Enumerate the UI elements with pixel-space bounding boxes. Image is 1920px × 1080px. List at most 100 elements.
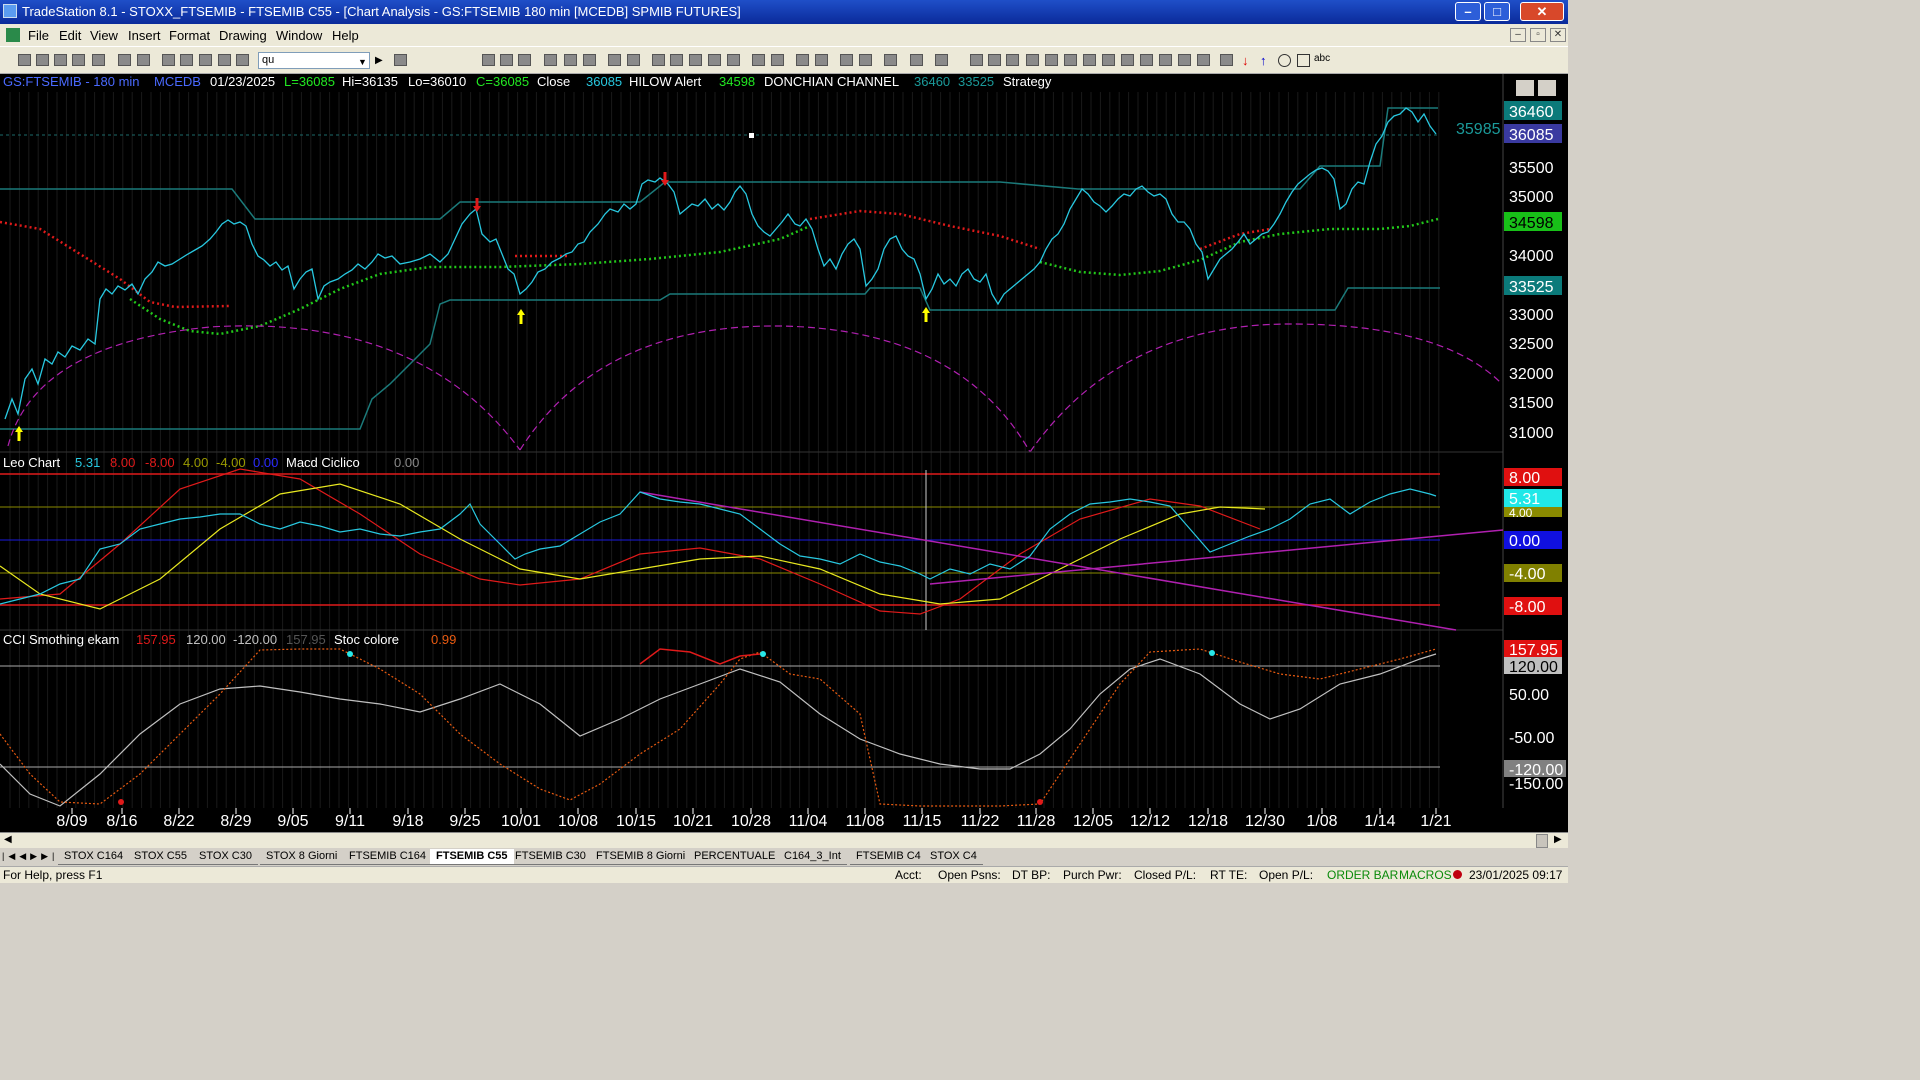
chart-area[interactable]: GS:FTSEMIB - 180 min MCEDB 01/23/2025 L=…: [0, 74, 1568, 832]
fibonacci-icon[interactable]: [1026, 54, 1039, 66]
tab-stox-8-giorni[interactable]: STOX 8 Giorni: [260, 849, 344, 865]
status-order-bar[interactable]: ORDER BAR: [1327, 868, 1398, 882]
chart-icon[interactable]: [482, 54, 495, 66]
menu-edit[interactable]: Edit: [59, 28, 81, 43]
tab-ftsemib-c55[interactable]: FTSEMIB C55: [430, 849, 514, 865]
print-preview-icon[interactable]: [118, 54, 131, 66]
expand-icon[interactable]: [752, 54, 765, 66]
symbol-input[interactable]: qu: [258, 52, 370, 69]
tab-ftsemib-8-giorni[interactable]: FTSEMIB 8 Giorni: [590, 849, 692, 865]
panel-maximize-button[interactable]: [1538, 80, 1556, 96]
speed-line-icon[interactable]: [1083, 54, 1096, 66]
tab-stox-c164[interactable]: STOX C164: [58, 849, 130, 865]
strategy-icon[interactable]: [564, 54, 577, 66]
matrix-order-icon[interactable]: [708, 54, 721, 66]
format-icon[interactable]: [884, 54, 897, 66]
crosshair-icon[interactable]: [859, 54, 872, 66]
menu-view[interactable]: View: [90, 28, 118, 43]
cycle-icon[interactable]: [1178, 54, 1191, 66]
tab-stox-c4[interactable]: STOX C4: [924, 849, 983, 865]
gann-fan-icon[interactable]: [1102, 54, 1115, 66]
menu-help[interactable]: Help: [332, 28, 359, 43]
matrix-icon[interactable]: [500, 54, 513, 66]
pen-icon[interactable]: [1197, 54, 1210, 66]
time-tick-label: 1/14: [1364, 813, 1395, 830]
compress-icon[interactable]: [771, 54, 784, 66]
open-icon[interactable]: [36, 54, 49, 66]
panel-minimize-button[interactable]: [1516, 80, 1534, 96]
tab-c164-3-int[interactable]: C164_3_Int: [778, 849, 847, 865]
search-icon[interactable]: [394, 54, 407, 66]
time-tick-label: 12/30: [1245, 813, 1285, 830]
alert-icon[interactable]: [652, 54, 665, 66]
close-button[interactable]: ✕: [1520, 2, 1564, 21]
menu-drawing[interactable]: Drawing: [219, 28, 267, 43]
go-arrow-icon[interactable]: ▶: [375, 55, 383, 66]
tools-icon[interactable]: [218, 54, 231, 66]
badge-8-text: 8.00: [1509, 470, 1540, 487]
timesales-icon[interactable]: [727, 54, 740, 66]
lock-icon[interactable]: [199, 54, 212, 66]
ellipse-icon[interactable]: [1278, 54, 1291, 67]
tab-ftsemib-c4[interactable]: FTSEMIB C4: [850, 849, 927, 865]
scroll-left-icon[interactable]: ◀: [4, 834, 12, 845]
menu-format[interactable]: Format: [169, 28, 210, 43]
menu-insert[interactable]: Insert: [128, 28, 161, 43]
minimize-button[interactable]: –: [1455, 2, 1481, 21]
chart-svg[interactable]: GS:FTSEMIB - 180 min MCEDB 01/23/2025 L=…: [0, 74, 1568, 832]
menu-file[interactable]: File: [28, 28, 49, 43]
print-icon[interactable]: [137, 54, 150, 66]
zoom-in-icon[interactable]: [796, 54, 809, 66]
workspace-icon[interactable]: [162, 54, 175, 66]
time-tick-label: 11/04: [789, 813, 828, 830]
hide-icon[interactable]: [935, 54, 948, 66]
tab-stox-c55[interactable]: STOX C55: [128, 849, 193, 865]
regression-icon[interactable]: [1045, 54, 1058, 66]
scanner-icon[interactable]: [689, 54, 702, 66]
menu-window[interactable]: Window: [276, 28, 322, 43]
trendline-icon[interactable]: [970, 54, 983, 66]
tab-percentuale[interactable]: PERCENTUALE: [688, 849, 782, 865]
vertical-line-icon[interactable]: [988, 54, 1001, 66]
status-macros[interactable]: MACROS: [1399, 868, 1452, 882]
rectangle-icon[interactable]: [1297, 54, 1310, 67]
tab-ftsemib-c30[interactable]: FTSEMIB C30: [509, 849, 592, 865]
layout-icon[interactable]: [180, 54, 193, 66]
tab-stox-c30[interactable]: STOX C30: [193, 849, 258, 865]
maximize-button[interactable]: □: [1484, 2, 1510, 21]
page-icon[interactable]: [72, 54, 85, 66]
scroll-right-icon[interactable]: ▶: [1554, 834, 1562, 845]
tab-ftsemib-c164[interactable]: FTSEMIB C164: [343, 849, 433, 865]
bar-icon[interactable]: [627, 54, 640, 66]
pointer-icon[interactable]: [840, 54, 853, 66]
window-icon[interactable]: [54, 54, 67, 66]
channel-icon[interactable]: [1159, 54, 1172, 66]
order-icon[interactable]: [670, 54, 683, 66]
arrow-icon[interactable]: [1140, 54, 1153, 66]
up-arrow-icon[interactable]: ↑: [1260, 53, 1267, 68]
mdi-close-icon[interactable]: ✕: [1550, 28, 1566, 42]
horizontal-scrollbar[interactable]: ◀ ▶: [0, 832, 1568, 848]
angle-icon[interactable]: [1064, 54, 1077, 66]
date-label: 01/23/2025: [210, 74, 275, 89]
zoom-out-icon[interactable]: [815, 54, 828, 66]
grid-icon[interactable]: [518, 54, 531, 66]
scroll-thumb[interactable]: [1536, 834, 1548, 848]
text-icon[interactable]: abc: [1314, 53, 1330, 64]
curve-icon[interactable]: [1220, 54, 1233, 66]
indicator-icon[interactable]: [544, 54, 557, 66]
down-arrow-icon[interactable]: ↓: [1242, 53, 1249, 68]
horizontal-line-icon[interactable]: [1006, 54, 1019, 66]
bar-spacing-icon[interactable]: [910, 54, 923, 66]
mdi-minimize-icon[interactable]: –: [1510, 28, 1526, 42]
refresh-icon[interactable]: [583, 54, 596, 66]
chart-doc-icon[interactable]: [6, 28, 20, 42]
new-icon[interactable]: [18, 54, 31, 66]
tab-nav-icon[interactable]: |◀◀▶▶|: [2, 851, 58, 862]
data-window-icon[interactable]: [608, 54, 621, 66]
globe-icon[interactable]: [236, 54, 249, 66]
folder-icon[interactable]: [92, 54, 105, 66]
dropdown-arrow-icon[interactable]: ▼: [358, 57, 367, 67]
andrews-icon[interactable]: [1121, 54, 1134, 66]
mdi-restore-icon[interactable]: ▫: [1530, 28, 1546, 42]
